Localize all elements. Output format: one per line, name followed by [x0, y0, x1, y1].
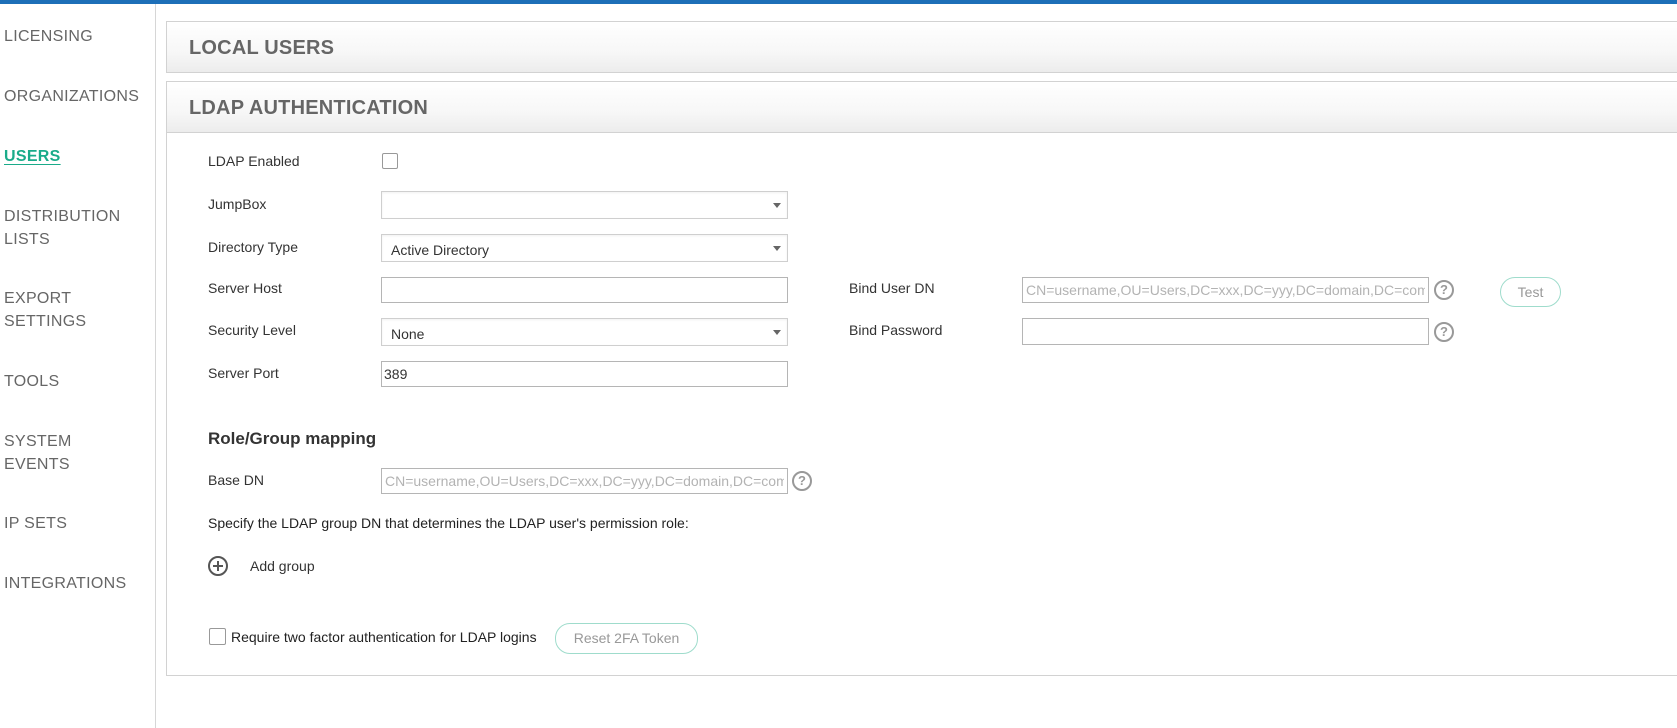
base-dn-input[interactable]	[381, 468, 788, 494]
sidebar-item-licensing[interactable]: LICENSING	[4, 25, 93, 48]
sidebar-item-label-line1: SYSTEM	[4, 433, 72, 450]
test-button[interactable]: Test	[1500, 277, 1561, 307]
help-icon[interactable]: ?	[1434, 280, 1454, 300]
ldap-enabled-label: LDAP Enabled	[208, 153, 300, 169]
local-users-title: LOCAL USERS	[189, 37, 335, 59]
security-level-label: Security Level	[208, 322, 296, 338]
security-level-select[interactable]: None	[381, 318, 788, 346]
reset-2fa-button[interactable]: Reset 2FA Token	[555, 623, 698, 654]
sidebar-item-export-settings[interactable]: EXPORT SETTINGS	[4, 287, 86, 333]
sidebar-item-distribution-lists[interactable]: DISTRIBUTION LISTS	[4, 205, 121, 251]
sidebar-item-organizations[interactable]: ORGANIZATIONS	[4, 85, 139, 108]
base-dn-label: Base DN	[208, 472, 265, 488]
chevron-down-icon	[773, 203, 781, 208]
ldap-panel-body: LDAP Enabled JumpBox Directory Type Acti…	[166, 133, 1677, 676]
server-host-label: Server Host	[208, 280, 282, 296]
chevron-down-icon	[773, 330, 781, 335]
add-group-link[interactable]: Add group	[250, 558, 315, 574]
help-icon[interactable]: ?	[1434, 322, 1454, 342]
jumpbox-label: JumpBox	[208, 196, 267, 212]
ldap-enabled-checkbox[interactable]	[382, 153, 398, 169]
jumpbox-select[interactable]	[381, 191, 788, 219]
sidebar-item-label-line2: EVENTS	[4, 456, 70, 473]
security-level-value: None	[391, 326, 425, 342]
sidebar-item-label-line2: SETTINGS	[4, 313, 87, 330]
directory-type-label: Directory Type	[208, 239, 298, 255]
directory-type-select[interactable]: Active Directory	[381, 234, 788, 262]
sidebar-item-integrations[interactable]: INTEGRATIONS	[4, 572, 126, 595]
sidebar-item-system-events[interactable]: SYSTEM EVENTS	[4, 430, 72, 476]
directory-type-value: Active Directory	[391, 242, 490, 258]
chevron-down-icon	[773, 246, 781, 251]
server-port-label: Server Port	[208, 365, 279, 381]
two-factor-checkbox[interactable]	[209, 628, 226, 645]
sidebar-item-users[interactable]: USERS	[4, 145, 61, 168]
sidebar-item-ip-sets[interactable]: IP SETS	[4, 512, 67, 535]
sidebar-item-label-line2: LISTS	[4, 231, 50, 248]
server-host-input[interactable]	[381, 277, 788, 303]
add-group-icon[interactable]	[208, 556, 228, 576]
help-icon[interactable]: ?	[792, 471, 812, 491]
server-port-input[interactable]	[381, 361, 788, 387]
bind-user-dn-label: Bind User DN	[849, 280, 935, 296]
two-factor-label: Require two factor authentication for LD…	[231, 629, 537, 645]
bind-password-input[interactable]	[1022, 318, 1429, 345]
main-content: LOCAL USERS LDAP AUTHENTICATION LDAP Ena…	[166, 21, 1677, 728]
sidebar-item-tools[interactable]: TOOLS	[4, 370, 59, 393]
sidebar-item-label-line1: EXPORT	[4, 290, 72, 307]
bind-password-label: Bind Password	[849, 322, 943, 338]
top-accent-bar	[0, 0, 1677, 4]
local-users-panel-header[interactable]: LOCAL USERS	[166, 21, 1677, 73]
group-dn-instruction: Specify the LDAP group DN that determine…	[208, 515, 689, 531]
sidebar-nav: LICENSING ORGANIZATIONS USERS DISTRIBUTI…	[0, 4, 156, 728]
role-group-mapping-title: Role/Group mapping	[208, 429, 377, 448]
sidebar-item-label-line1: DISTRIBUTION	[4, 208, 121, 225]
ldap-panel-header[interactable]: LDAP AUTHENTICATION	[166, 81, 1677, 133]
ldap-title: LDAP AUTHENTICATION	[189, 97, 428, 119]
bind-user-dn-input[interactable]	[1022, 277, 1429, 303]
